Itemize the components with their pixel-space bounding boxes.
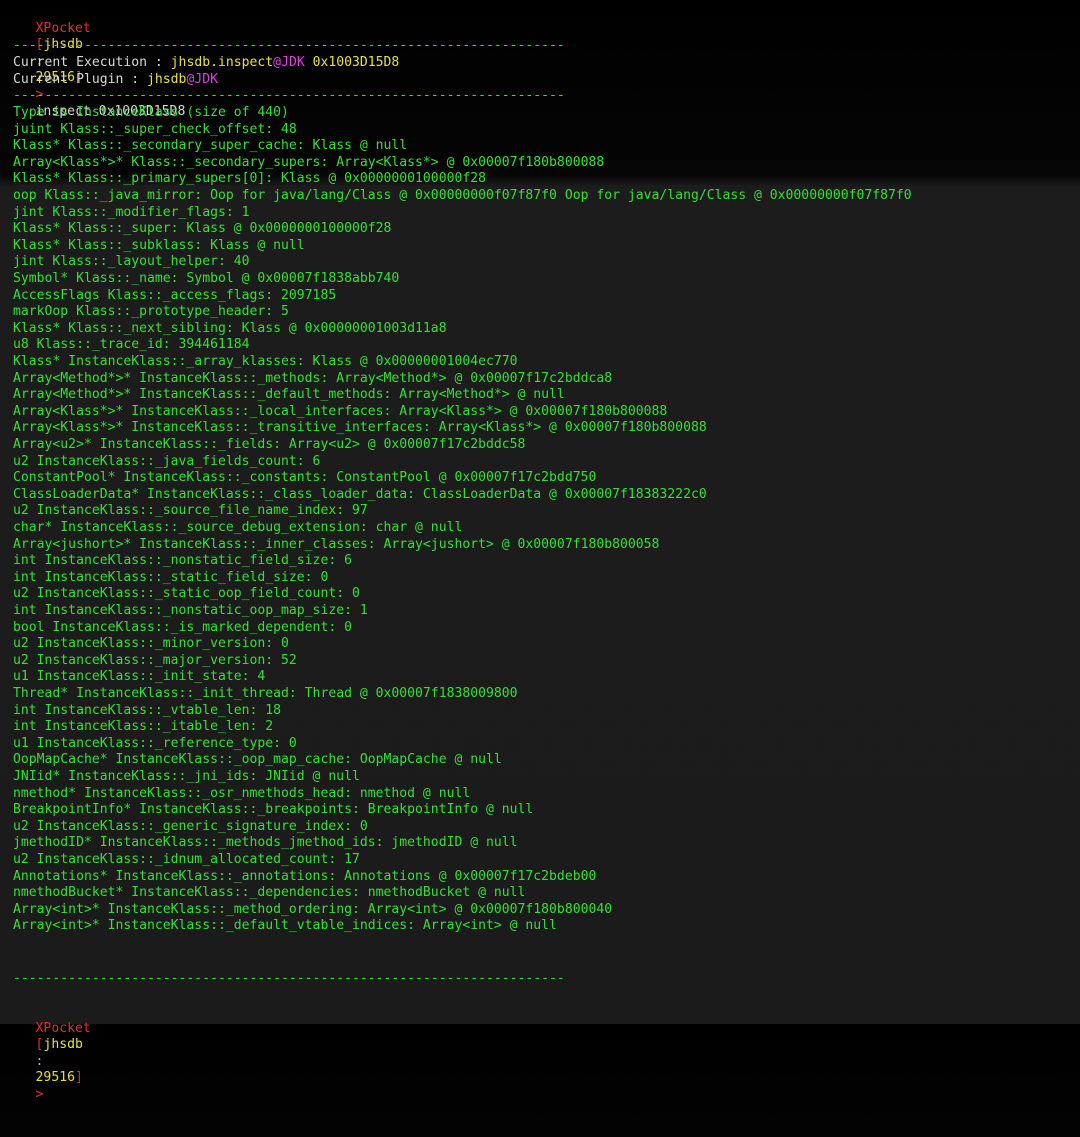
- output-line: int InstanceKlass::_vtable_len: 18: [13, 702, 282, 718]
- output-line: Array<Method*>* InstanceKlass::_default_…: [13, 387, 565, 403]
- output-line: BreakpointInfo* InstanceKlass::_breakpoi…: [13, 802, 534, 818]
- separator-middle: ----------------------------------------…: [13, 88, 565, 103]
- output-line: bool InstanceKlass::_is_marked_dependent…: [13, 619, 352, 635]
- output-line: Array<Klass*>* InstanceKlass::_transitiv…: [13, 420, 707, 436]
- output-line: u2 InstanceKlass::_major_version: 52: [13, 652, 297, 668]
- output-line: Klass* Klass::_super: Klass @ 0x00000001…: [13, 221, 392, 237]
- current-execution-line: Current Execution : jhsdb.inspect@JDK 0x…: [13, 55, 399, 72]
- output-line: Array<jushort>* InstanceKlass::_inner_cl…: [13, 536, 660, 552]
- output-line: Type is InstanceKlass (size of 440): [13, 105, 289, 120]
- output-line: AccessFlags Klass::_access_flags: 209718…: [13, 287, 337, 303]
- separator-top: ----------------------------------------…: [13, 38, 565, 53]
- output-line: u2 InstanceKlass::_static_oop_field_coun…: [13, 586, 360, 602]
- output-line: Klass* Klass::_primary_supers[0]: Klass …: [13, 171, 486, 187]
- output-line: Klass* Klass::_next_sibling: Klass @ 0x0…: [13, 320, 447, 336]
- plugin-name: jhsdb: [147, 72, 187, 87]
- execution-dot: .: [210, 55, 218, 70]
- prompt-arrow: >: [35, 1086, 44, 1102]
- prompt-plugin: jhsdb: [43, 1037, 83, 1053]
- output-line: JNIid* InstanceKlass::_jni_ids: JNIid @ …: [13, 769, 360, 784]
- execution-label: Current Execution :: [13, 55, 171, 70]
- output-line: u2 InstanceKlass::_java_fields_count: 6: [13, 453, 321, 469]
- execution-address: 0x1003D15D8: [304, 55, 400, 70]
- output-line: ConstantPool* InstanceKlass::_constants:…: [13, 470, 597, 486]
- prompt-app: XPocket: [35, 20, 91, 36]
- prompt-pid: 29516: [35, 1070, 75, 1086]
- output-line: jint Klass::_layout_helper: 40: [13, 254, 250, 270]
- prompt-app: XPocket: [35, 1020, 91, 1036]
- execution-jdk: JDK: [281, 55, 305, 70]
- output-line: jint Klass::_modifier_flags: 1: [13, 204, 250, 220]
- execution-cmd: inspect: [217, 55, 274, 70]
- output-line: nmethodBucket* InstanceKlass::_dependenc…: [13, 885, 526, 901]
- separator-bottom: ----------------------------------------…: [13, 971, 565, 986]
- output-line: Symbol* Klass::_name: Symbol @ 0x00007f1…: [13, 271, 400, 286]
- input-cursor[interactable]: [36, 1104, 44, 1118]
- output-line: int InstanceKlass::_nonstatic_field_size…: [13, 553, 352, 569]
- output-line: Array<int>* InstanceKlass::_method_order…: [13, 901, 613, 917]
- execution-plugin: jhsdb: [170, 55, 211, 70]
- output-line: int InstanceKlass::_static_field_size: 0: [13, 569, 329, 585]
- output-line: u2 InstanceKlass::_source_file_name_inde…: [13, 503, 368, 519]
- output-line: Klass* Klass::_subklass: Klass @ null: [13, 237, 305, 253]
- terminal-window[interactable]: XPocket [jhsdb : 29516] > inspect 0x1003…: [4, 0, 1076, 1102]
- output-line: Array<Method*>* InstanceKlass::_methods:…: [13, 370, 613, 386]
- output-line: int InstanceKlass::_itable_len: 2: [13, 719, 274, 735]
- output-line: int InstanceKlass::_nonstatic_oop_map_si…: [13, 603, 368, 618]
- output-line: u1 InstanceKlass::_reference_type: 0: [13, 735, 297, 751]
- output-line: char* InstanceKlass::_source_debug_exten…: [13, 520, 463, 535]
- output-line: Klass* Klass::_secondary_super_cache: Kl…: [13, 138, 408, 154]
- output-line: jmethodID* InstanceKlass::_methods_jmeth…: [13, 835, 518, 851]
- output-line: Array<int>* InstanceKlass::_default_vtab…: [13, 918, 557, 934]
- output-line: u1 InstanceKlass::_init_state: 4: [13, 669, 266, 685]
- prompt-line-input[interactable]: XPocket [jhsdb : 29516] >: [4, 1004, 91, 1102]
- output-line: ClassLoaderData* InstanceKlass::_class_l…: [13, 486, 707, 502]
- plugin-jdk: JDK: [194, 72, 218, 87]
- output-line: u2 InstanceKlass::_idnum_allocated_count…: [13, 852, 360, 867]
- output-line: u2 InstanceKlass::_minor_version: 0: [13, 636, 289, 652]
- output-line: Annotations* InstanceKlass::_annotations…: [13, 868, 597, 884]
- output-line: nmethod* InstanceKlass::_osr_nmethods_he…: [13, 785, 471, 801]
- output-line: Array<Klass*>* InstanceKlass::_local_int…: [13, 403, 668, 419]
- output-line: Array<u2>* InstanceKlass::_fields: Array…: [13, 437, 526, 452]
- execution-at: @: [273, 55, 282, 70]
- output-line: Array<Klass*>* Klass::_secondary_supers:…: [13, 154, 605, 170]
- output-line: u8 Klass::_trace_id: 394461184: [13, 337, 250, 353]
- plugin-label: Current Plugin :: [13, 72, 148, 87]
- output-line: u2 InstanceKlass::_generic_signature_ind…: [13, 818, 368, 834]
- output-line: Klass* InstanceKlass::_array_klasses: Kl…: [13, 354, 518, 369]
- output-line: oop Klass::_java_mirror: Oop for java/la…: [13, 188, 912, 203]
- output-line: Thread* InstanceKlass::_init_thread: Thr…: [13, 686, 518, 701]
- prompt-line-command: XPocket [jhsdb : 29516] > inspect 0x1003…: [4, 4, 186, 119]
- output-line: markOop Klass::_prototype_header: 5: [13, 304, 289, 320]
- prompt-close-bracket: ]: [74, 1070, 83, 1086]
- prompt-open-bracket: [: [35, 1037, 44, 1053]
- output-line: juint Klass::_super_check_offset: 48: [13, 121, 297, 137]
- current-plugin-line: Current Plugin : jhsdb@JDK: [13, 72, 218, 89]
- prompt-separator: :: [35, 1053, 44, 1069]
- output-line: OopMapCache* InstanceKlass::_oop_map_cac…: [13, 752, 502, 768]
